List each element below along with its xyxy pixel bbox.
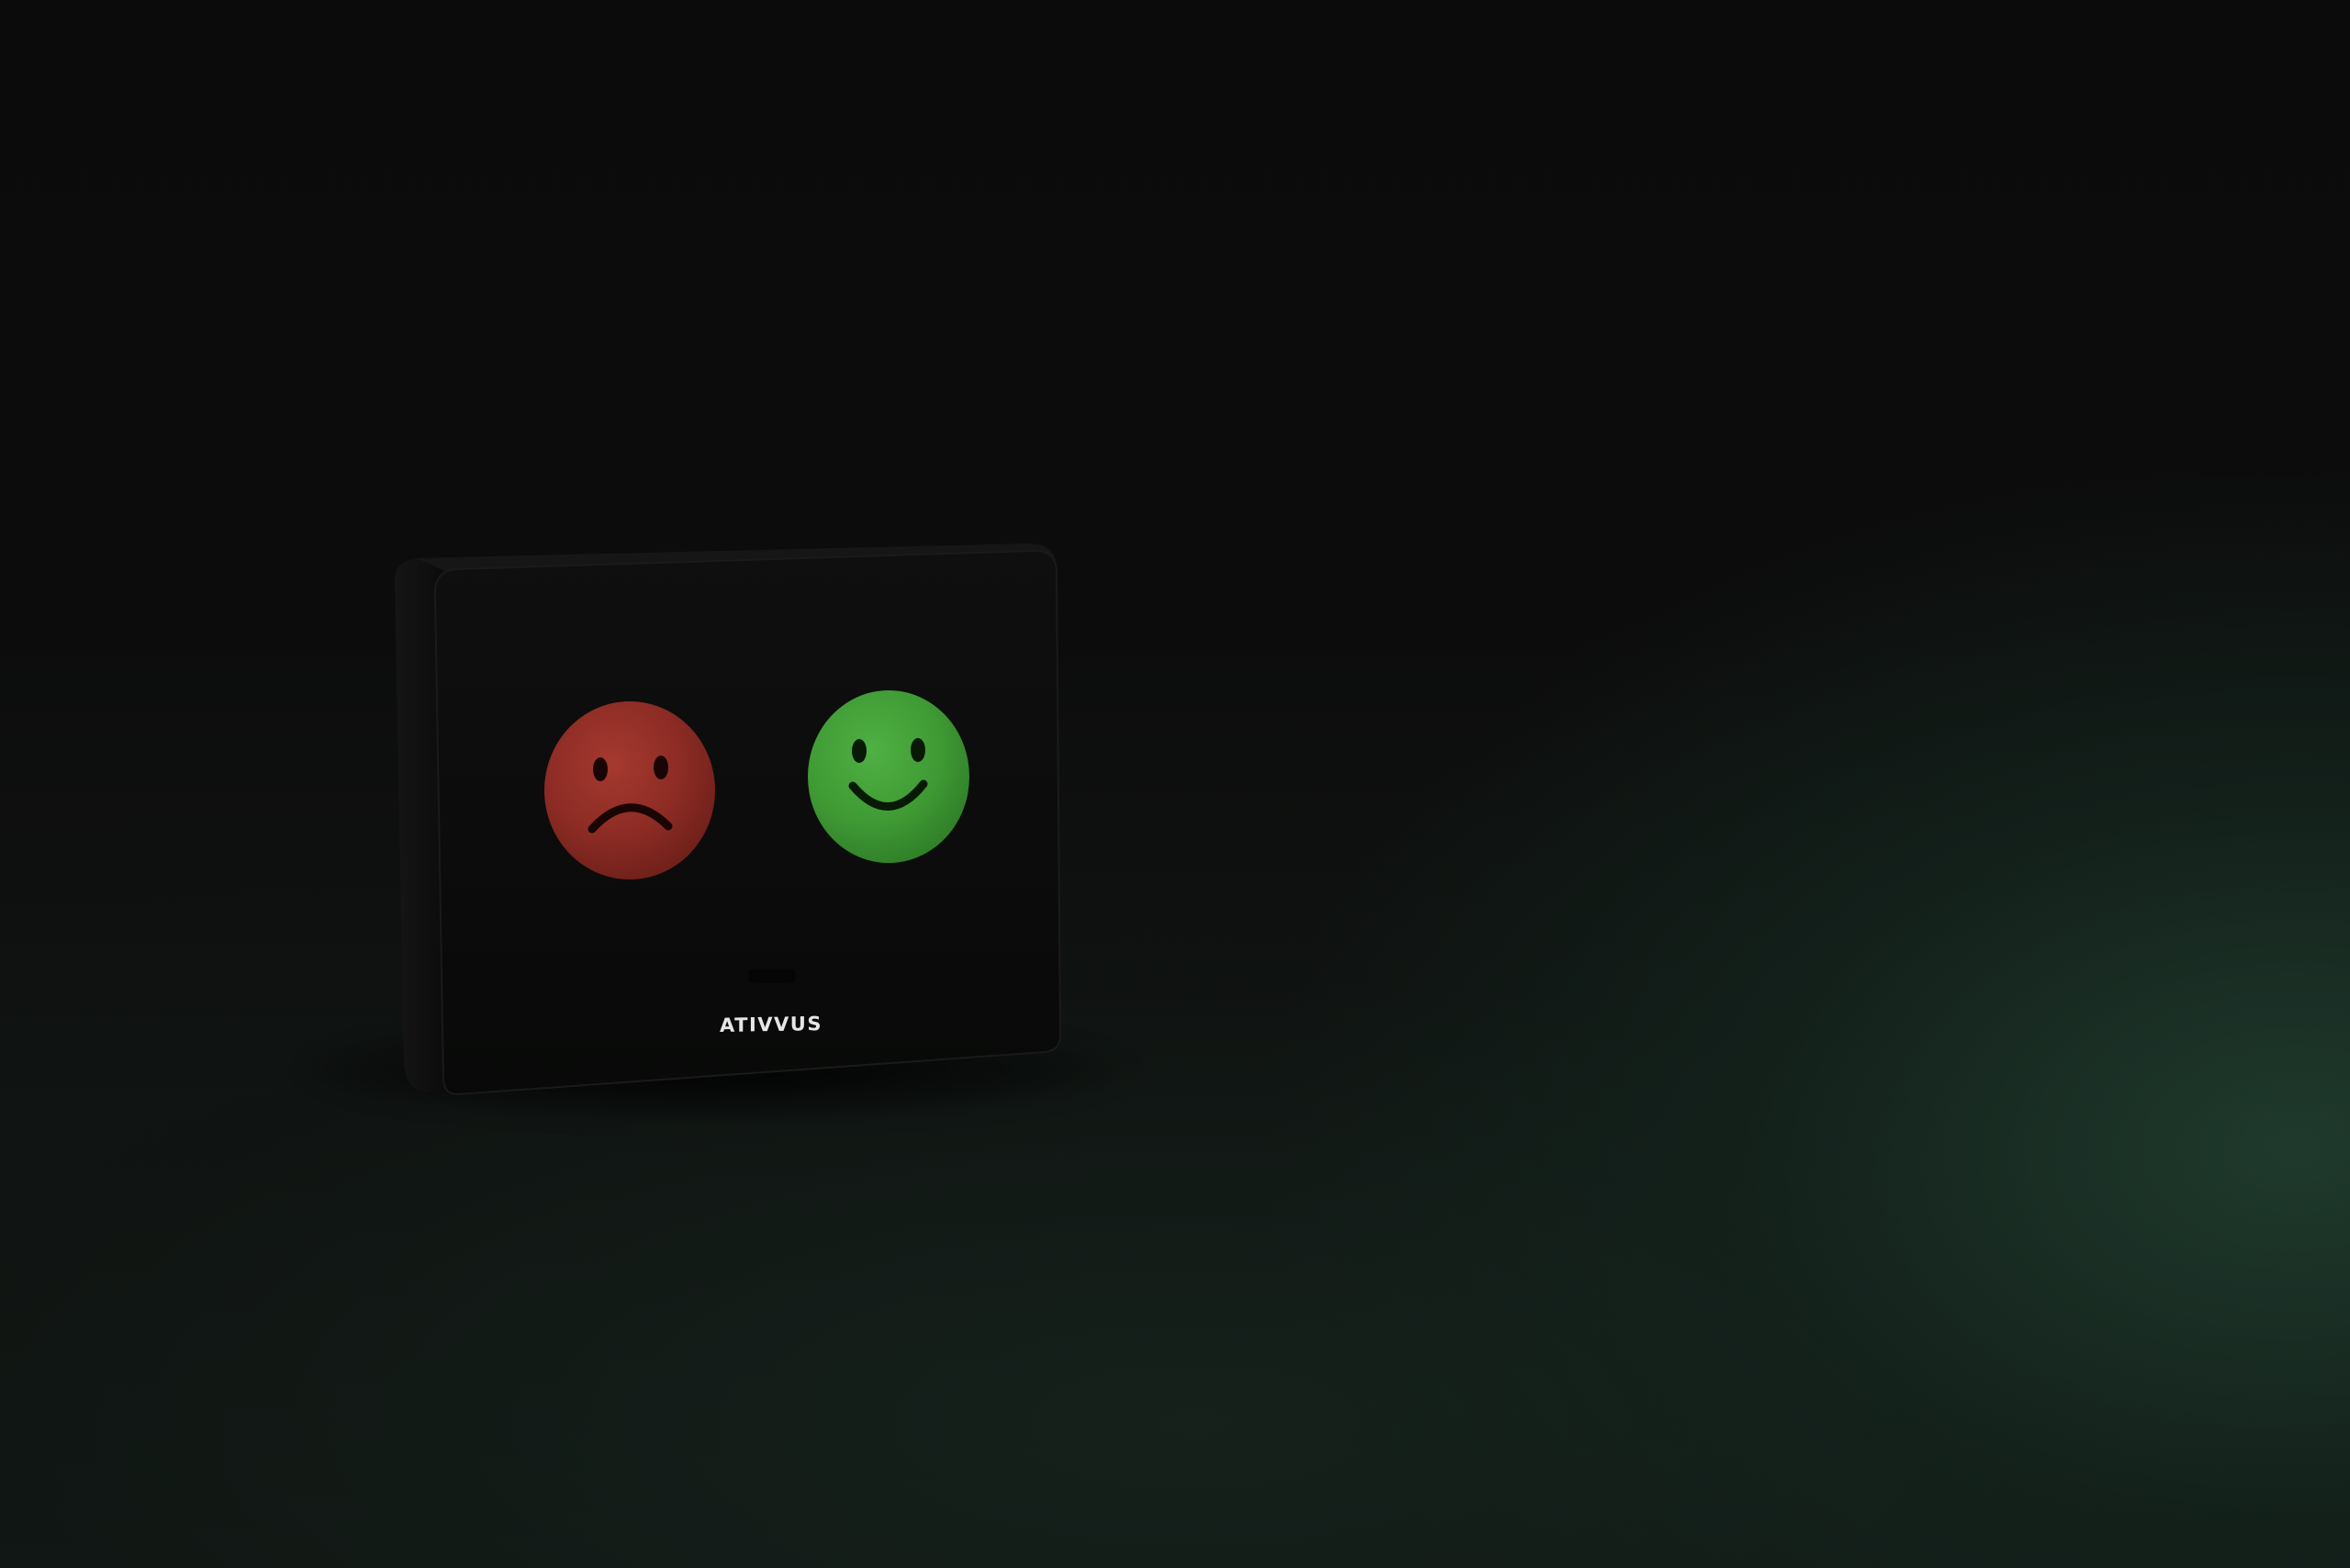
sensor-slot <box>748 969 796 983</box>
product-scene: ATIVVUS <box>0 0 2350 1568</box>
unhappy-button[interactable] <box>544 701 715 879</box>
device-front-face <box>433 549 1062 1096</box>
brand-logo: ATIVVUS <box>720 1013 822 1036</box>
feedback-device <box>395 543 1062 1096</box>
happy-button[interactable] <box>808 690 969 863</box>
